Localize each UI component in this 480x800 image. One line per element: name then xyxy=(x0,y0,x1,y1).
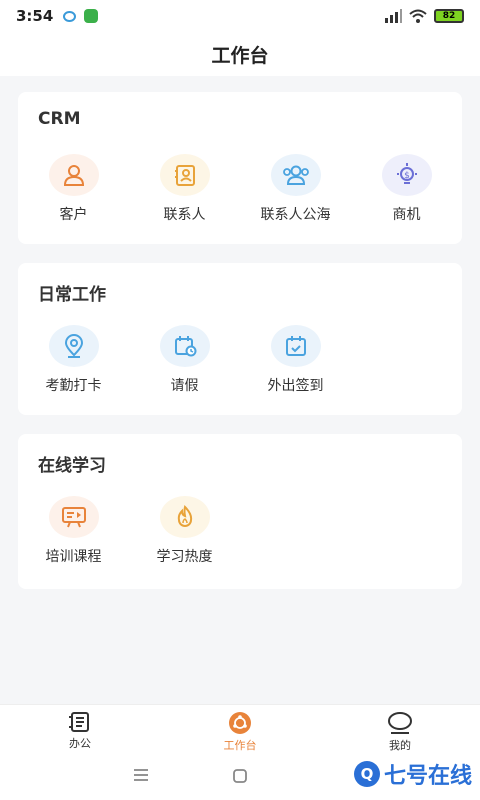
daily-item-checkin[interactable]: 外出签到 xyxy=(240,325,351,395)
daily-work-items: 考勤打卡 请假 外出签到 xyxy=(18,325,462,395)
item-label: 联系人公海 xyxy=(260,207,331,223)
crm-items: 客户 联系人 联系人公海 $ 商机 xyxy=(18,154,462,224)
status-time: 3:54 xyxy=(16,7,54,25)
crm-item-contacts[interactable]: 联系人 xyxy=(129,154,240,224)
status-bar: 3:54 82 xyxy=(0,0,480,32)
wechat-notification-icon xyxy=(84,9,99,23)
group-icon xyxy=(270,154,321,196)
crm-item-contact-pool[interactable]: 联系人公海 xyxy=(240,154,351,224)
item-label: 考勤打卡 xyxy=(45,378,102,394)
contact-card-icon xyxy=(159,154,210,196)
learning-items: 培训课程 学习热度 xyxy=(18,496,462,566)
tab-label: 我的 xyxy=(389,739,411,752)
battery-icon: 82 xyxy=(434,9,464,23)
section-title: 在线学习 xyxy=(38,456,106,476)
tab-mine[interactable]: 我的 xyxy=(320,705,480,754)
status-right: 82 xyxy=(384,9,464,23)
presentation-icon xyxy=(48,496,99,538)
menu-icon[interactable] xyxy=(133,768,149,782)
daily-work-section: 日常工作 考勤打卡 请假 外出签到 xyxy=(18,263,462,415)
wifi-icon xyxy=(409,9,427,23)
item-label: 外出签到 xyxy=(267,378,324,394)
learning-item-heat[interactable]: 学习热度 xyxy=(129,496,240,566)
user-icon xyxy=(48,154,99,196)
learning-item-courses[interactable]: 培训课程 xyxy=(18,496,129,566)
home-icon[interactable] xyxy=(232,768,248,784)
item-label: 联系人 xyxy=(163,207,206,223)
page-title: 工作台 xyxy=(0,32,480,76)
signal-icon xyxy=(385,9,402,23)
item-label: 请假 xyxy=(170,378,199,394)
chat-notification-icon xyxy=(63,10,77,22)
item-label: 学习热度 xyxy=(156,549,213,565)
online-learning-section: 在线学习 培训课程 学习热度 xyxy=(18,434,462,589)
profile-icon xyxy=(388,712,412,734)
location-pin-icon xyxy=(48,325,99,367)
calendar-check-icon xyxy=(270,325,321,367)
item-label: 培训课程 xyxy=(45,549,102,565)
tab-workbench[interactable]: 工作台 xyxy=(160,705,320,754)
bottom-tabbar: 办公 工作台 我的 xyxy=(0,704,480,754)
workbench-icon xyxy=(229,712,251,734)
daily-item-attendance[interactable]: 考勤打卡 xyxy=(18,325,129,395)
daily-item-leave[interactable]: 请假 xyxy=(129,325,240,395)
section-title: CRM xyxy=(38,109,81,129)
notebook-icon xyxy=(69,712,89,732)
crm-section: CRM 客户 联系人 联系人公海 $ 商机 xyxy=(18,92,462,244)
tab-office[interactable]: 办公 xyxy=(0,705,160,754)
crm-item-opportunity[interactable]: $ 商机 xyxy=(351,154,462,224)
lightbulb-dollar-icon: $ xyxy=(381,154,432,196)
tab-label: 工作台 xyxy=(223,739,257,752)
crm-item-customer[interactable]: 客户 xyxy=(18,154,129,224)
flame-icon xyxy=(159,496,210,538)
section-title: 日常工作 xyxy=(38,285,106,305)
tab-label: 办公 xyxy=(69,737,91,750)
item-label: 商机 xyxy=(392,207,421,223)
watermark-logo: Q 七号在线 xyxy=(353,758,472,790)
watermark-icon: Q xyxy=(353,761,380,787)
svg-text:$: $ xyxy=(404,171,410,181)
watermark-text: 七号在线 xyxy=(383,764,472,789)
calendar-clock-icon xyxy=(159,325,210,367)
item-label: 客户 xyxy=(59,207,88,223)
